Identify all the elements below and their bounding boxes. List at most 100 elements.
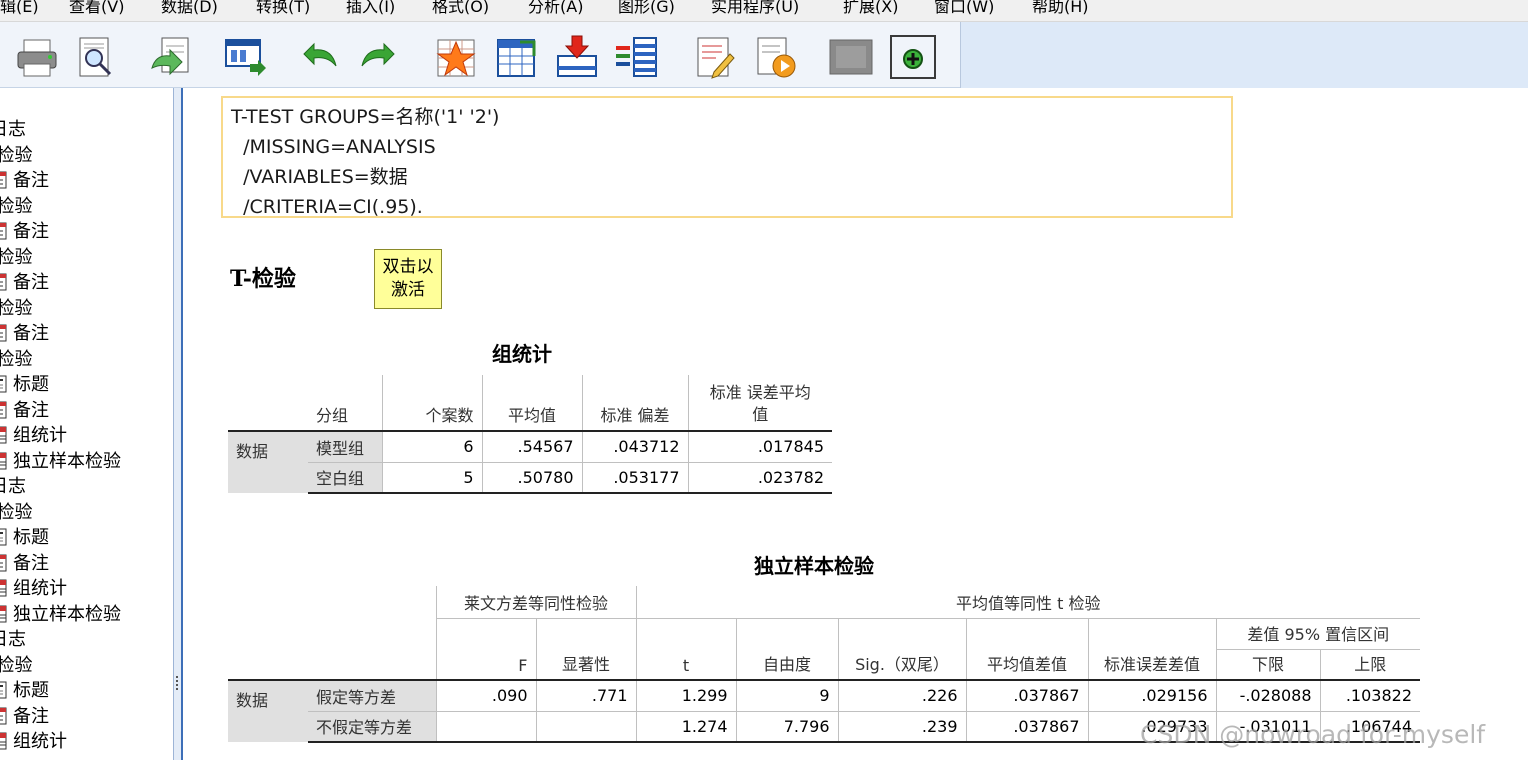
tree-item-label: 备注 xyxy=(13,552,49,574)
syntax-line: /VARIABLES=数据 xyxy=(231,166,408,188)
tree-item[interactable]: 备注 xyxy=(0,551,49,576)
cell-df: 7.796 xyxy=(735,710,838,743)
tree-item[interactable]: 备注 xyxy=(0,398,49,423)
cell-sig2: .226 xyxy=(837,680,966,711)
menu-edit[interactable]: 辑(E) xyxy=(0,0,39,18)
menu-transform[interactable]: 转换(T) xyxy=(256,0,310,18)
print-icon[interactable] xyxy=(14,34,60,80)
cell-md: .037867 xyxy=(965,680,1088,711)
cell-n: 6 xyxy=(381,431,482,462)
notes-icon xyxy=(0,222,8,240)
go-to-case-icon[interactable] xyxy=(494,34,540,80)
table-icon xyxy=(0,579,8,597)
activate-note-line2: 激活 xyxy=(391,280,425,300)
tree-item[interactable]: -检验 xyxy=(0,194,33,219)
tree-item[interactable]: 备注 xyxy=(0,704,49,729)
insert-variable-icon[interactable] xyxy=(554,34,600,80)
col-header: 分组 xyxy=(308,375,382,432)
tree-item-label: 备注 xyxy=(13,323,49,344)
tree-item[interactable]: 组统计 xyxy=(0,423,67,448)
tree-item-label: -检验 xyxy=(0,501,33,523)
edit-output-icon[interactable] xyxy=(692,34,738,80)
tree-item[interactable]: -检验 xyxy=(0,653,33,678)
title-icon xyxy=(0,681,8,699)
pane-splitter[interactable] xyxy=(173,88,183,760)
tree-item[interactable]: 组统计 xyxy=(0,729,67,754)
menu-format[interactable]: 格式(O) xyxy=(432,0,489,18)
redo-icon[interactable] xyxy=(356,34,402,80)
row-assumption: 不假定等方差 xyxy=(308,710,436,743)
output-content-pane[interactable]: T-TEST GROUPS=名称('1' '2') /MISSING=ANALY… xyxy=(183,88,1528,760)
tree-item[interactable]: -检验 xyxy=(0,245,33,270)
notes-icon xyxy=(0,554,8,572)
col-header: 上限 xyxy=(1319,649,1420,681)
tree-item[interactable]: 标题 xyxy=(0,372,49,397)
menu-window[interactable]: 窗口(W) xyxy=(934,0,994,18)
designate-window-icon[interactable] xyxy=(890,34,936,80)
activate-note-line1: 双击以 xyxy=(382,257,434,277)
go-to-data-icon[interactable] xyxy=(434,34,480,80)
splitter-grip[interactable] xyxy=(176,676,180,690)
col-header: 下限 xyxy=(1215,649,1320,681)
syntax-log-block[interactable]: T-TEST GROUPS=名称('1' '2') /MISSING=ANALY… xyxy=(221,96,1233,218)
row-label: 数据 xyxy=(228,680,308,742)
tree-item[interactable]: 独立样本检验 xyxy=(0,449,121,474)
tree-item[interactable]: 备注 xyxy=(0,270,49,295)
tree-item[interactable]: 备注 xyxy=(0,168,49,193)
double-click-activate-note[interactable]: 双击以 激活 xyxy=(374,249,442,309)
tree-item[interactable]: -检验 xyxy=(0,296,33,321)
outline-pane[interactable]: 日志-检验备注-检验备注-检验备注-检验备注-检验标题备注组统计独立样本检验日志… xyxy=(0,88,173,760)
tree-item-label: 组统计 xyxy=(13,731,67,752)
tree-item[interactable]: 组统计 xyxy=(0,576,67,601)
menu-extensions[interactable]: 扩展(X) xyxy=(843,0,898,18)
menu-data[interactable]: 数据(D) xyxy=(161,0,218,18)
run-script-icon[interactable] xyxy=(752,34,798,80)
undo-icon[interactable] xyxy=(296,34,342,80)
export-icon[interactable] xyxy=(148,34,194,80)
syntax-line: T-TEST GROUPS=名称('1' '2') xyxy=(231,106,500,128)
col-header: 平均值差值 xyxy=(965,649,1088,681)
tree-item[interactable]: 独立样本检验 xyxy=(0,602,121,627)
col-header-line1: 标准 误差平均 xyxy=(709,383,811,402)
cell-sig2: .239 xyxy=(837,710,966,743)
tree-item[interactable]: -检验 xyxy=(0,500,33,525)
menu-graphs[interactable]: 图形(G) xyxy=(618,0,675,18)
menu-analyze[interactable]: 分析(A) xyxy=(528,0,583,18)
tree-item[interactable]: 标题 xyxy=(0,525,49,550)
variables-icon[interactable] xyxy=(614,34,660,80)
tree-item[interactable]: 日志 xyxy=(0,474,26,499)
table-icon xyxy=(0,452,8,470)
tree-item[interactable]: 备注 xyxy=(0,219,49,244)
tree-item[interactable]: 日志 xyxy=(0,627,26,652)
tree-item[interactable]: -检验 xyxy=(0,143,33,168)
tree-item-label: 备注 xyxy=(13,399,49,421)
tree-item-label: 独立样本检验 xyxy=(13,450,121,472)
cell-md: .037867 xyxy=(965,710,1088,743)
col-header: 自由度 xyxy=(735,649,838,681)
cell-sed: .029156 xyxy=(1087,680,1216,711)
cell-se: .023782 xyxy=(687,461,832,494)
recall-dialog-icon[interactable] xyxy=(222,34,268,80)
table-row: 数据 模型组 6 .54567 .043712 .017845 xyxy=(228,431,832,493)
notes-icon xyxy=(0,171,8,189)
col-header: t xyxy=(635,649,736,681)
tree-item-label: -检验 xyxy=(0,246,33,268)
tree-item[interactable]: 标题 xyxy=(0,678,49,703)
menu-utilities[interactable]: 实用程序(U) xyxy=(711,0,799,18)
tree-item[interactable]: -检验 xyxy=(0,347,33,372)
table-icon xyxy=(0,426,8,444)
tree-item[interactable]: 日志 xyxy=(0,117,26,142)
title-icon xyxy=(0,375,8,393)
tree-item-label: 备注 xyxy=(13,170,49,191)
cell-mean: .54567 xyxy=(481,431,582,462)
tree-item[interactable]: 备注 xyxy=(0,321,49,346)
col-header: 个案数 xyxy=(381,375,482,432)
row-group: 模型组 xyxy=(308,431,382,462)
print-preview-icon[interactable] xyxy=(72,34,118,80)
tree-item-label: 组统计 xyxy=(13,425,67,446)
row-label: 数据 xyxy=(228,431,308,493)
menu-insert[interactable]: 插入(I) xyxy=(346,0,395,18)
menu-help[interactable]: 帮助(H) xyxy=(1032,0,1089,18)
menu-view[interactable]: 查看(V) xyxy=(69,0,124,18)
group-stats-table[interactable]: 分组 个案数 平均值 标准 偏差 标准 误差平均值 数据 模型组 6 .5456… xyxy=(228,375,832,494)
